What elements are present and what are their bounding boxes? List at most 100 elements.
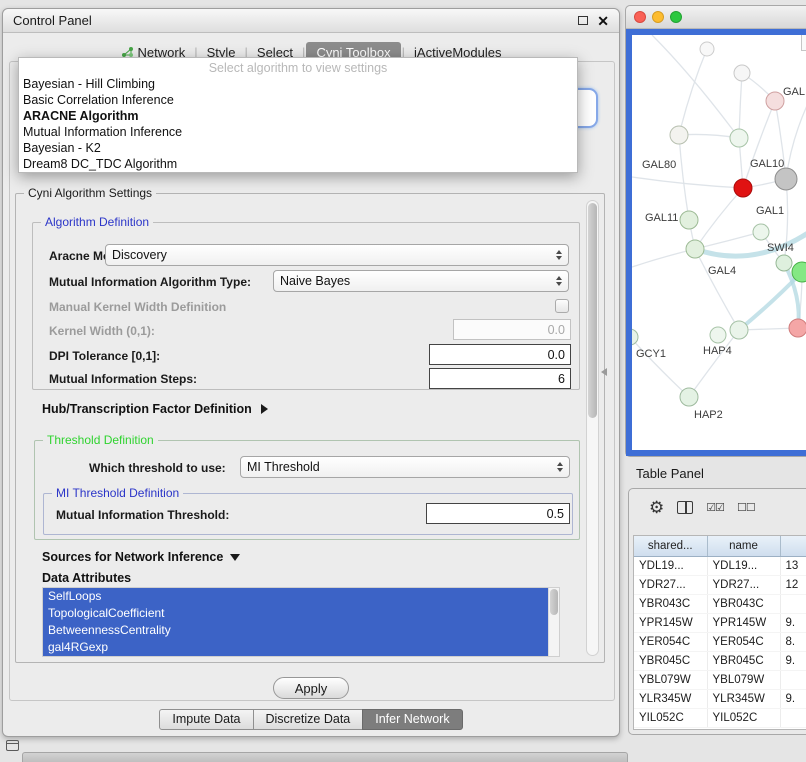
close-icon[interactable]: ✕: [597, 14, 609, 28]
window-title: Control Panel: [13, 13, 92, 28]
desktop: Control Panel ✕ Network|Style|Select|Cyn…: [0, 0, 806, 762]
apply-button[interactable]: Apply: [273, 677, 349, 699]
data-attributes-list[interactable]: SelfLoopsTopologicalCoefficientBetweenne…: [42, 587, 560, 657]
chevron-up-down-icon: [557, 462, 563, 472]
node-label-gal10: GAL10: [750, 158, 784, 170]
table-cell: [780, 594, 806, 613]
deselect-all-columns-icon[interactable]: ☐☐: [737, 501, 755, 514]
chevron-up-down-icon: [556, 250, 562, 260]
attribute-item-topologicalcoefficient[interactable]: TopologicalCoefficient: [43, 605, 548, 622]
network-node-gal4[interactable]: [686, 240, 704, 258]
network-edge: [786, 95, 806, 179]
node-table[interactable]: shared...nameYDL19...YDL19...13YDR27...Y…: [634, 536, 806, 728]
sources-expander[interactable]: Sources for Network Inference: [42, 550, 240, 564]
node-label-hap4: HAP4: [703, 345, 732, 357]
table-row[interactable]: YLR345WYLR345W9.: [634, 689, 806, 708]
mi-threshold-field[interactable]: [426, 503, 570, 524]
table-cell: YLR345W: [634, 689, 707, 708]
attribute-item-selfloops[interactable]: SelfLoops: [43, 588, 548, 605]
network-node-gal11[interactable]: [680, 211, 698, 229]
network-node[interactable]: [734, 65, 750, 81]
mi-algorithm-type-select[interactable]: Naive Bayes: [273, 270, 569, 292]
algorithm-option-mutual-information-inference[interactable]: Mutual Information Inference: [19, 124, 577, 140]
table-cell: YIL052C: [707, 708, 780, 727]
network-node[interactable]: [730, 129, 748, 147]
table-row[interactable]: YBR045CYBR045C9.: [634, 651, 806, 670]
column-header-shared-[interactable]: shared...: [634, 536, 707, 556]
select-all-columns-icon[interactable]: ☑☑: [706, 501, 724, 514]
network-window-titlebar[interactable]: [626, 6, 806, 29]
node-table-container[interactable]: shared...nameYDL19...YDL19...13YDR27...Y…: [633, 535, 806, 730]
table-row[interactable]: YPR145WYPR145W9.: [634, 613, 806, 632]
zoom-traffic-light-icon[interactable]: [670, 11, 682, 23]
network-graph[interactable]: GALGAL80GAL10GAL11GAL1GAL4SWI4GCY1HAP2HA…: [632, 35, 806, 450]
dpi-tolerance-field[interactable]: [429, 344, 571, 365]
algorithm-option-dream8-dc-tdc-algorithm[interactable]: Dream8 DC_TDC Algorithm: [19, 156, 577, 172]
collapse-splitter-icon[interactable]: [601, 368, 607, 376]
algorithm-option-bayesian-hill-climbing[interactable]: Bayesian - Hill Climbing: [19, 76, 577, 92]
column-header-name[interactable]: name: [707, 536, 780, 556]
hub-definition-label: Hub/Transcription Factor Definition: [42, 402, 252, 416]
table-panel-window: ⚙ ☑☑ ☐☐ shared...nameYDL19...YDL19...13Y…: [628, 488, 806, 735]
minimize-traffic-light-icon[interactable]: [652, 11, 664, 23]
network-node-gal10[interactable]: [734, 179, 752, 197]
table-row[interactable]: YDR27...YDR27...12: [634, 575, 806, 594]
kernel-width-field[interactable]: [453, 319, 571, 340]
panel-dock-icon[interactable]: [6, 740, 19, 751]
network-node-hap2[interactable]: [680, 388, 698, 406]
table-cell: 8.: [780, 632, 806, 651]
which-threshold-label: Which threshold to use:: [89, 461, 226, 475]
algorithm-option-aracne-algorithm[interactable]: ARACNE Algorithm: [19, 108, 577, 124]
settings-scrollbar[interactable]: [586, 200, 599, 656]
float-window-icon[interactable]: [578, 16, 588, 25]
mi-steps-field[interactable]: [429, 368, 571, 389]
network-node-gal[interactable]: [766, 92, 784, 110]
column-header-extra[interactable]: [780, 536, 806, 556]
mi-algorithm-type-label: Mutual Information Algorithm Type:: [49, 275, 251, 289]
network-node[interactable]: [730, 321, 748, 339]
algorithm-option-basic-correlation-inference[interactable]: Basic Correlation Inference: [19, 92, 577, 108]
mi-threshold-group: MI Threshold Definition Mutual Informati…: [43, 493, 573, 535]
table-row[interactable]: YBL079WYBL079W: [634, 670, 806, 689]
network-node-gal80[interactable]: [670, 126, 688, 144]
network-node-swi4[interactable]: [776, 255, 792, 271]
table-cell: YER054C: [707, 632, 780, 651]
control-panel-titlebar[interactable]: Control Panel ✕: [3, 9, 619, 33]
bottom-tab-discretize-data[interactable]: Discretize Data: [253, 709, 364, 730]
table-row[interactable]: YER054CYER054C8.: [634, 632, 806, 651]
collapsed-panel-strip: [22, 752, 628, 762]
table-panel-title: Table Panel: [636, 466, 704, 481]
attributes-scrollbar[interactable]: [548, 588, 559, 656]
scrollbar-thumb[interactable]: [588, 203, 597, 418]
algorithm-option-bayesian-k2[interactable]: Bayesian - K2: [19, 140, 577, 156]
table-row[interactable]: YIL052CYIL052C: [634, 708, 806, 727]
hub-definition-expander[interactable]: Hub/Transcription Factor Definition: [42, 402, 268, 416]
network-node[interactable]: [775, 168, 797, 190]
table-row[interactable]: YBR043CYBR043C: [634, 594, 806, 613]
node-label-hap2: HAP2: [694, 409, 723, 421]
table-cell: YBL079W: [634, 670, 707, 689]
close-traffic-light-icon[interactable]: [634, 11, 646, 23]
network-node[interactable]: [700, 42, 714, 56]
which-threshold-select[interactable]: MI Threshold: [240, 456, 570, 478]
network-edge: [632, 249, 695, 267]
table-cell: YIL052C: [634, 708, 707, 727]
bottom-tab-impute-data[interactable]: Impute Data: [159, 709, 253, 730]
attribute-item-gal4rgexp[interactable]: gal4RGexp: [43, 639, 548, 656]
network-node-hap4[interactable]: [710, 327, 726, 343]
network-node-gcy1[interactable]: [632, 329, 638, 345]
threshold-definition-title: Threshold Definition: [43, 433, 158, 447]
network-canvas[interactable]: GALGAL80GAL10GAL11GAL1GAL4SWI4GCY1HAP2HA…: [632, 35, 806, 450]
gear-icon[interactable]: ⚙: [649, 499, 664, 516]
manual-kernel-checkbox[interactable]: [555, 299, 569, 313]
scrollbar-thumb[interactable]: [550, 589, 558, 615]
table-cell: 9.: [780, 613, 806, 632]
columns-icon[interactable]: [677, 501, 693, 514]
bottom-tab-infer-network[interactable]: Infer Network: [362, 709, 462, 730]
node-label-gcy1: GCY1: [636, 348, 666, 360]
table-row[interactable]: YDL19...YDL19...13: [634, 556, 806, 575]
attribute-item-betweennesscentrality[interactable]: BetweennessCentrality: [43, 622, 548, 639]
network-node-gal1[interactable]: [753, 224, 769, 240]
aracne-mode-select[interactable]: Discovery: [105, 244, 569, 266]
network-node[interactable]: [789, 319, 806, 337]
